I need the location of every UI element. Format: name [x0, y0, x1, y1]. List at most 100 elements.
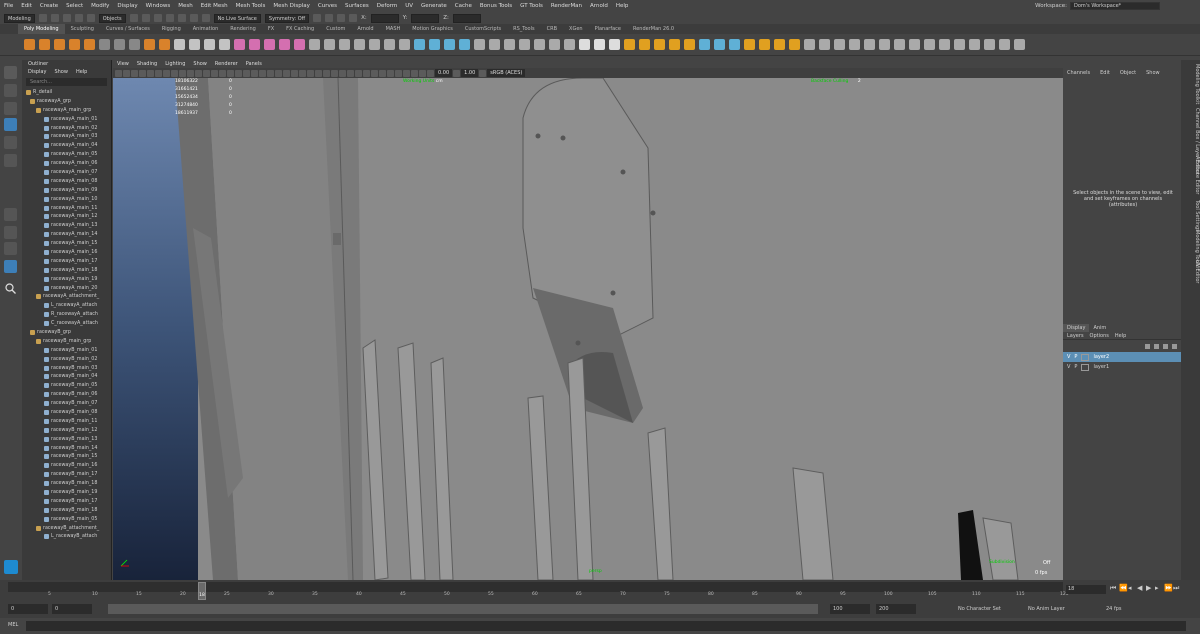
shelf-tool-icon[interactable]	[774, 39, 785, 50]
time-slider-track[interactable]: 18	[8, 582, 1063, 600]
snap-view-icon[interactable]	[201, 14, 210, 22]
shelf-tab[interactable]: Rigging	[156, 24, 187, 34]
outliner-item[interactable]: racewayA_main_07	[22, 168, 112, 177]
shelf-tool-icon[interactable]	[219, 39, 230, 50]
open-scene-icon[interactable]	[50, 14, 59, 22]
shelf-tool-icon[interactable]	[504, 39, 515, 50]
shelf-tool-icon[interactable]	[594, 39, 605, 50]
side-tab[interactable]: Modeling Toolkit	[1181, 64, 1200, 104]
shelf-tool-icon[interactable]	[204, 39, 215, 50]
viewport-tool-icon[interactable]	[395, 69, 402, 77]
layer-playback-toggle[interactable]: P	[1074, 364, 1077, 370]
outliner-item[interactable]: racewayB_attachment_	[22, 524, 112, 533]
shelf-tab[interactable]: CustomScripts	[459, 24, 507, 34]
menu-item[interactable]: Edit	[17, 3, 36, 9]
viewport-tool-icon[interactable]	[259, 69, 266, 77]
menu-item[interactable]: Mesh Display	[269, 3, 314, 9]
outliner-item[interactable]: racewayB_main_13	[22, 435, 112, 444]
outliner-item[interactable]: racewayA_main_05	[22, 150, 112, 159]
single-view-icon[interactable]	[4, 208, 17, 221]
viewport-tool-icon[interactable]	[147, 69, 154, 77]
menu-item[interactable]: UV	[401, 3, 417, 9]
select-tool-icon[interactable]	[4, 66, 17, 79]
shelf-tool-icon[interactable]	[669, 39, 680, 50]
shelf-tool-icon[interactable]	[264, 39, 275, 50]
viewport-tool-icon[interactable]	[299, 69, 306, 77]
four-view-icon[interactable]	[4, 226, 17, 239]
shelf-tool-icon[interactable]	[519, 39, 530, 50]
shelf-tab[interactable]: Custom	[320, 24, 351, 34]
anim-layer-dropdown[interactable]: No Anim Layer	[1028, 604, 1065, 614]
live-surface-field[interactable]: No Live Surface	[213, 13, 261, 23]
viewport-tool-icon[interactable]	[251, 69, 258, 77]
search-icon[interactable]	[4, 282, 17, 295]
menu-item[interactable]: Display	[113, 3, 141, 9]
viewport-tool-icon[interactable]	[379, 69, 386, 77]
outliner-item[interactable]: racewayB_main_07	[22, 399, 112, 408]
outliner-item[interactable]: L_racewayA_attach	[22, 301, 112, 310]
outliner-item[interactable]: racewayA_main_20	[22, 284, 112, 293]
shelf-tool-icon[interactable]	[489, 39, 500, 50]
outliner-item[interactable]: racewayA_main_19	[22, 275, 112, 284]
channel-box-menu-item[interactable]: Show	[1146, 68, 1160, 78]
menu-item[interactable]: Create	[36, 3, 62, 9]
viewport-tool-icon[interactable]	[291, 69, 298, 77]
redo-icon[interactable]	[86, 14, 95, 22]
shelf-tool-icon[interactable]	[129, 39, 140, 50]
shelf-tool-icon[interactable]	[534, 39, 545, 50]
render-settings-icon[interactable]	[349, 14, 358, 22]
outliner-item[interactable]: racewayA_main_18	[22, 266, 112, 275]
outliner-item[interactable]: racewayA_main_03	[22, 132, 112, 141]
shelf-tab[interactable]: RS_Tools	[507, 24, 540, 34]
snap-point-icon[interactable]	[189, 14, 198, 22]
color-management-icon[interactable]	[479, 69, 487, 77]
shelf-tool-icon[interactable]	[759, 39, 770, 50]
menu-item[interactable]: Mesh	[174, 3, 196, 9]
viewport-tool-icon[interactable]	[203, 69, 210, 77]
persp-outliner-icon[interactable]	[4, 260, 17, 273]
mel-label[interactable]: MEL	[8, 622, 18, 628]
range-start-field[interactable]: 0	[52, 604, 92, 614]
shelf-tab[interactable]: Curves / Surfaces	[100, 24, 156, 34]
shelf-tool-icon[interactable]	[804, 39, 815, 50]
rotate-tool-icon[interactable]	[4, 136, 17, 149]
outliner-item[interactable]: racewayB_main_06	[22, 390, 112, 399]
shelf-tab[interactable]: Motion Graphics	[406, 24, 459, 34]
go-to-end-icon[interactable]: ⏭	[1173, 584, 1179, 593]
viewport-tool-icon[interactable]	[331, 69, 338, 77]
shelf-tool-icon[interactable]	[564, 39, 575, 50]
outliner-item[interactable]: racewayB_main_grp	[22, 337, 112, 346]
menu-item[interactable]: Bonus Tools	[476, 3, 516, 9]
viewport-tool-icon[interactable]	[323, 69, 330, 77]
shelf-tool-icon[interactable]	[114, 39, 125, 50]
outliner-item[interactable]: racewayA_main_06	[22, 159, 112, 168]
outliner-item[interactable]: racewayA_main_15	[22, 239, 112, 248]
snap-curve-icon[interactable]	[177, 14, 186, 22]
current-frame-field[interactable]: 18	[1066, 585, 1106, 594]
outliner-item[interactable]: racewayB_main_05	[22, 381, 112, 390]
outliner-item[interactable]: racewayA_main_08	[22, 177, 112, 186]
character-set-dropdown[interactable]: No Character Set	[958, 604, 1001, 614]
shelf-tool-icon[interactable]	[414, 39, 425, 50]
layer-tab[interactable]: Display	[1063, 324, 1090, 332]
viewport-tool-icon[interactable]	[243, 69, 250, 77]
menu-item[interactable]: Arnold	[586, 3, 612, 9]
viewport-tool-icon[interactable]	[115, 69, 122, 77]
menu-item[interactable]: Help	[612, 3, 633, 9]
layer-visibility-toggle[interactable]: V	[1067, 354, 1070, 360]
shelf-tool-icon[interactable]	[1014, 39, 1025, 50]
layer-visibility-toggle[interactable]: V	[1067, 364, 1070, 370]
menu-item[interactable]: Cache	[451, 3, 476, 9]
shelf-tool-icon[interactable]	[834, 39, 845, 50]
shelf-tab[interactable]: Animation	[187, 24, 225, 34]
new-layer-selected-icon[interactable]	[1172, 343, 1177, 349]
menu-item[interactable]: Select	[62, 3, 87, 9]
shelf-tool-icon[interactable]	[579, 39, 590, 50]
shelf-tool-icon[interactable]	[354, 39, 365, 50]
select-object-icon[interactable]	[141, 14, 150, 22]
viewport-tool-icon[interactable]	[131, 69, 138, 77]
shelf-tool-icon[interactable]	[639, 39, 650, 50]
move-layer-up-icon[interactable]	[1145, 343, 1150, 349]
channel-box-menu-item[interactable]: Edit	[1100, 68, 1110, 78]
viewport-tool-icon[interactable]	[411, 69, 418, 77]
